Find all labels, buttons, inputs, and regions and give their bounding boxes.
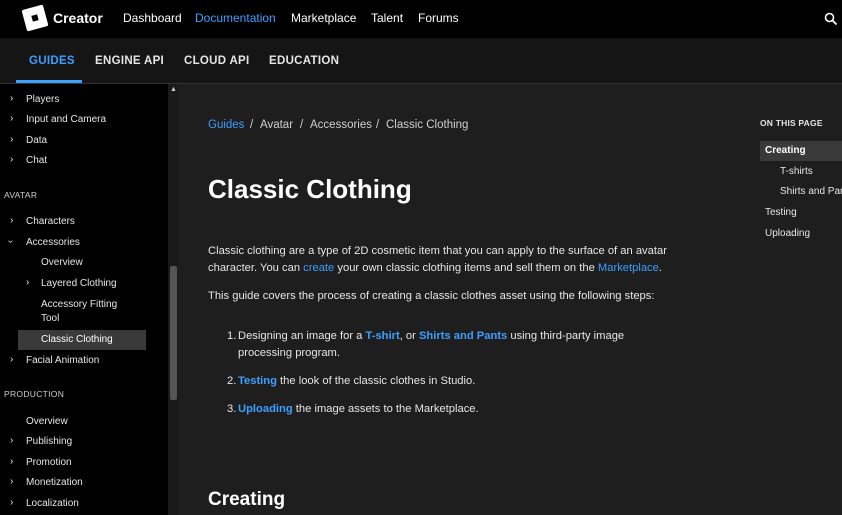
- intro-paragraph-line1: Classic clothing are a type of 2D cosmet…: [208, 245, 667, 257]
- intro-text: .: [658, 262, 662, 274]
- sidebar-item-layered-clothing[interactable]: Layered Clothing: [41, 278, 117, 289]
- step-text: the image assets to the Marketplace.: [292, 403, 479, 415]
- step-text: , or: [399, 330, 419, 342]
- chevron-right-icon[interactable]: ›: [26, 277, 29, 288]
- sidebar-item-production-overview[interactable]: Overview: [26, 416, 68, 427]
- tab-engine-api[interactable]: ENGINE API: [95, 55, 164, 67]
- guide-overview-text: This guide covers the process of creatin…: [208, 290, 655, 302]
- step-text: the look of the classic clothes in Studi…: [276, 375, 476, 387]
- breadcrumb-avatar[interactable]: Avatar: [260, 119, 293, 131]
- sidebar-item-accessory-fitting-tool-line2[interactable]: Tool: [41, 313, 59, 324]
- sidebar-scrollbar-thumb[interactable]: [170, 266, 177, 400]
- chevron-right-icon[interactable]: ›: [10, 476, 13, 487]
- sidebar-item-facial-animation[interactable]: Facial Animation: [26, 355, 99, 366]
- nav-dashboard[interactable]: Dashboard: [123, 11, 182, 25]
- toc-item-testing[interactable]: Testing: [765, 207, 797, 218]
- search-icon[interactable]: [824, 12, 838, 26]
- toc-item-tshirts[interactable]: T-shirts: [780, 166, 813, 177]
- section-heading-creating: Creating: [208, 489, 286, 510]
- sidebar-item-accessory-fitting-tool[interactable]: Accessory Fitting: [41, 299, 117, 310]
- tab-education[interactable]: EDUCATION: [269, 55, 339, 67]
- marketplace-link[interactable]: Marketplace: [598, 262, 659, 274]
- step-2-text: Testing the look of the classic clothes …: [238, 373, 475, 390]
- step-2-number: 2.: [227, 375, 237, 387]
- shirts-and-pants-link[interactable]: Shirts and Pants: [419, 330, 507, 342]
- step-1-text: Designing an image for a T-shirt, or Shi…: [238, 328, 624, 345]
- doc-section-tabs: GUIDES ENGINE API CLOUD API EDUCATION: [0, 38, 842, 84]
- breadcrumb-separator: /: [376, 119, 380, 131]
- page-title: Classic Clothing: [208, 174, 412, 204]
- top-bar: Creator Dashboard Documentation Marketpl…: [0, 0, 842, 38]
- active-tab-indicator: [16, 80, 82, 83]
- nav-forums[interactable]: Forums: [418, 11, 459, 25]
- sidebar-item-data[interactable]: Data: [26, 135, 47, 146]
- sidebar-item-characters[interactable]: Characters: [26, 216, 75, 227]
- uploading-link[interactable]: Uploading: [238, 403, 293, 415]
- scroll-up-arrow-icon[interactable]: ▲: [170, 86, 177, 93]
- step-text: Designing an image for a: [238, 330, 366, 342]
- chevron-right-icon[interactable]: ›: [10, 497, 13, 508]
- breadcrumb-accessories[interactable]: Accessories: [310, 119, 372, 131]
- sidebar-item-publishing[interactable]: Publishing: [26, 436, 72, 447]
- sidebar-item-players[interactable]: Players: [26, 94, 59, 105]
- chevron-right-icon[interactable]: ›: [10, 154, 13, 165]
- sidebar-section-production: PRODUCTION: [4, 389, 65, 399]
- nav-documentation[interactable]: Documentation: [195, 11, 276, 25]
- breadcrumb-separator: /: [250, 119, 254, 131]
- sidebar-item-promotion[interactable]: Promotion: [26, 457, 72, 468]
- sidebar-item-chat[interactable]: Chat: [26, 155, 47, 166]
- create-link[interactable]: create: [303, 262, 334, 274]
- testing-link[interactable]: Testing: [238, 375, 277, 387]
- logo-text[interactable]: Creator: [53, 10, 103, 26]
- chevron-down-icon[interactable]: ›: [5, 240, 16, 243]
- chevron-right-icon[interactable]: ›: [10, 134, 13, 145]
- sidebar-section-avatar: AVATAR: [4, 190, 38, 200]
- sidebar-item-input-camera[interactable]: Input and Camera: [26, 114, 106, 125]
- tab-guides[interactable]: GUIDES: [29, 55, 75, 67]
- step-1-number: 1.: [227, 330, 237, 342]
- toc-title: ON THIS PAGE: [760, 118, 823, 128]
- tshirt-link[interactable]: T-shirt: [366, 330, 400, 342]
- chevron-right-icon[interactable]: ›: [10, 215, 13, 226]
- chevron-right-icon[interactable]: ›: [10, 456, 13, 467]
- breadcrumb-current: Classic Clothing: [386, 119, 469, 131]
- roblox-logo-icon[interactable]: [21, 4, 49, 32]
- intro-paragraph-line2: character. You can create your own class…: [208, 260, 662, 277]
- breadcrumb-guides[interactable]: Guides: [208, 119, 244, 131]
- tab-cloud-api[interactable]: CLOUD API: [184, 55, 250, 67]
- intro-text: your own classic clothing items and sell…: [334, 262, 598, 274]
- sidebar-item-localization[interactable]: Localization: [26, 498, 79, 509]
- toc-item-uploading[interactable]: Uploading: [765, 228, 810, 239]
- sidebar-item-accessories[interactable]: Accessories: [26, 237, 80, 248]
- step-text: using third-party image: [507, 330, 625, 342]
- sidebar-item-overview[interactable]: Overview: [41, 257, 83, 268]
- breadcrumb-separator: /: [300, 119, 304, 131]
- chevron-right-icon[interactable]: ›: [10, 354, 13, 365]
- chevron-right-icon[interactable]: ›: [10, 435, 13, 446]
- sidebar-item-classic-clothing[interactable]: Classic Clothing: [41, 334, 113, 345]
- step-1-text-line2: processing program.: [238, 347, 340, 359]
- intro-text: character. You can: [208, 262, 304, 274]
- step-3-text: Uploading the image assets to the Market…: [238, 401, 479, 418]
- nav-marketplace[interactable]: Marketplace: [291, 11, 356, 25]
- sidebar-item-monetization[interactable]: Monetization: [26, 477, 83, 488]
- step-3-number: 3.: [227, 403, 237, 415]
- chevron-right-icon[interactable]: ›: [10, 93, 13, 104]
- chevron-right-icon[interactable]: ›: [10, 113, 13, 124]
- nav-talent[interactable]: Talent: [371, 11, 403, 25]
- toc-item-creating[interactable]: Creating: [765, 145, 806, 156]
- toc-item-shirts-pants[interactable]: Shirts and Pants: [780, 186, 842, 197]
